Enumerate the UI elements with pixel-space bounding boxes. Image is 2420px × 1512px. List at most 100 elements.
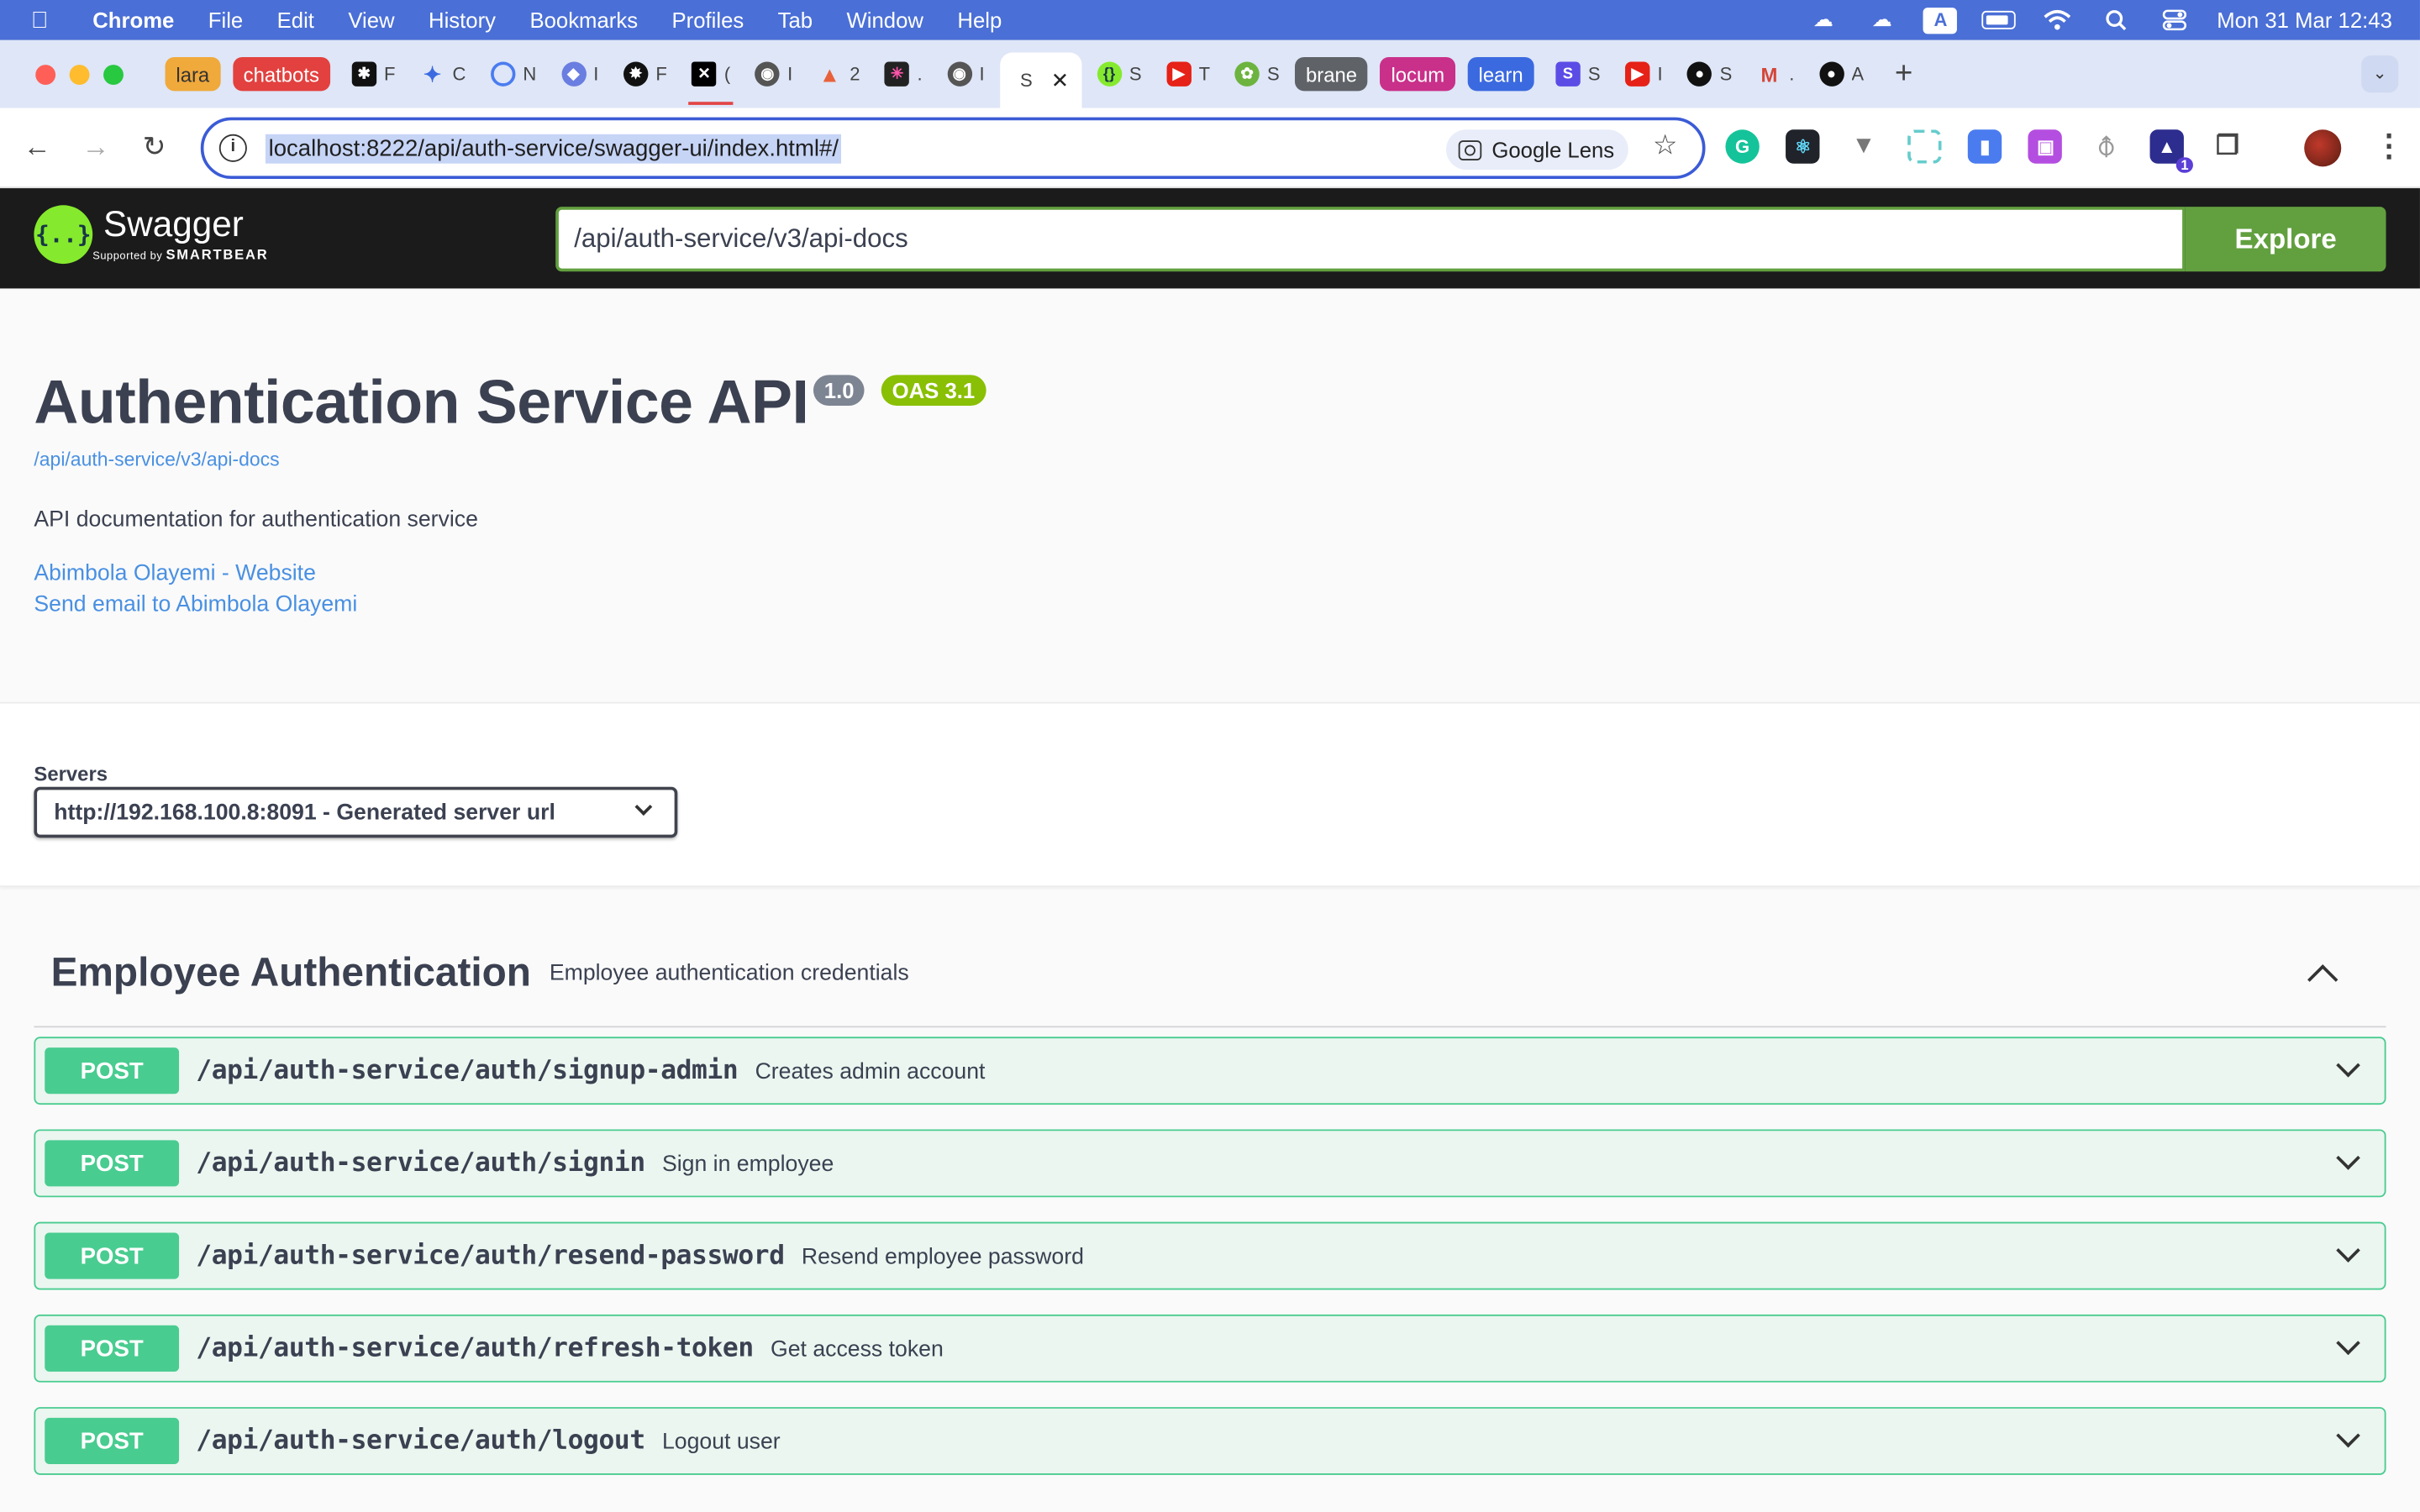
version-badge: 1.0 <box>813 375 865 407</box>
close-tab-icon[interactable]: ✕ <box>1051 67 1070 93</box>
operation-refresh-token[interactable]: POST /api/auth-service/auth/refresh-toke… <box>34 1314 2386 1383</box>
tab[interactable]: ✦ C <box>411 50 476 99</box>
chevron-up-icon[interactable] <box>2307 964 2338 995</box>
maximize-window-button[interactable] <box>103 64 124 85</box>
tab[interactable]: ✱ F <box>342 50 404 99</box>
site-info-icon[interactable]: i <box>218 134 247 162</box>
more-menu-icon[interactable]: ⋮ <box>2374 127 2405 165</box>
tab-group-locum[interactable]: locum <box>1380 56 1456 92</box>
menu-profiles[interactable]: Profiles <box>671 8 744 32</box>
menubar-clock[interactable]: Mon 31 Mar 12:43 <box>2217 8 2392 32</box>
operation-resend-password[interactable]: POST /api/auth-service/auth/resend-passw… <box>34 1221 2386 1290</box>
new-tab-plus-icon[interactable]: + <box>1895 56 1912 92</box>
cloud-icon[interactable]: ☁ <box>1865 8 1898 32</box>
tab[interactable]: ✳. <box>876 50 932 99</box>
window-controls <box>35 64 137 85</box>
supported-by-text: Supported by SMARTBEAR <box>92 246 269 263</box>
tag-header[interactable]: Employee Authentication Employee authent… <box>34 926 2386 1028</box>
tab-group-chatbots[interactable]: chatbots <box>232 56 330 92</box>
tab-group-learn[interactable]: learn <box>1467 56 1534 92</box>
menu-bookmarks[interactable]: Bookmarks <box>529 8 638 32</box>
minimize-window-button[interactable] <box>69 64 90 85</box>
menu-help[interactable]: Help <box>957 8 1002 32</box>
tab[interactable]: ▶ T <box>1157 50 1219 99</box>
tab-search-chevron-icon[interactable]: ⌄ <box>2361 55 2399 93</box>
tab[interactable]: SS <box>1546 50 1609 99</box>
weather-icon[interactable]: ☁ <box>1807 8 1840 32</box>
chevron-down-icon[interactable] <box>2336 1423 2360 1448</box>
battery-icon[interactable] <box>1982 8 2017 32</box>
chevron-down-icon[interactable] <box>2336 1146 2360 1170</box>
s-app-icon: S <box>1555 61 1581 87</box>
tab[interactable]: ✕( <box>682 50 739 105</box>
menu-file[interactable]: File <box>208 8 243 32</box>
tab[interactable]: ● S <box>1678 50 1741 99</box>
operation-summary: Get access token <box>771 1337 944 1362</box>
contact-email-link[interactable]: Send email to Abimbola Olayemi <box>34 592 357 617</box>
tab[interactable]: ● A <box>1810 50 1873 99</box>
apple-icon[interactable]:  <box>31 7 62 33</box>
servers-select[interactable]: http://192.168.100.8:8091 - Generated se… <box>34 786 678 838</box>
menu-view[interactable]: View <box>348 8 394 32</box>
chevron-down-icon[interactable] <box>2336 1053 2360 1078</box>
tab[interactable]: ◉ I <box>746 50 802 99</box>
tab-group-lara[interactable]: lara <box>165 56 221 92</box>
spec-url-input[interactable]: /api/auth-service/v3/api-docs <box>555 207 2186 272</box>
x-icon: ✕ <box>692 61 717 87</box>
forward-arrow-icon[interactable]: → <box>81 131 112 164</box>
close-window-button[interactable] <box>35 64 56 85</box>
swagger-logo[interactable]: {..} Swagger Supported by SMARTBEAR <box>34 205 269 265</box>
tab[interactable]: N <box>481 50 546 99</box>
tab-active-swagger[interactable]: S ✕ <box>1000 52 1081 108</box>
swagger-topbar: {..} Swagger Supported by SMARTBEAR /api… <box>0 188 2420 289</box>
grammarly-extension-icon[interactable]: G <box>1725 129 1760 164</box>
back-arrow-icon[interactable]: ← <box>22 131 53 164</box>
youtube-icon: ▶ <box>1165 61 1192 87</box>
clipboard-extension-icon[interactable]: ▮ <box>1968 129 2002 164</box>
menu-tab[interactable]: Tab <box>778 8 813 32</box>
oas-badge: OAS 3.1 <box>881 375 986 407</box>
tab-group-brane[interactable]: brane <box>1295 56 1368 92</box>
tab[interactable]: ▲ 2 <box>808 50 870 99</box>
contact-website-link[interactable]: Abimbola Olayemi - Website <box>34 562 316 586</box>
tab[interactable]: M. <box>1748 50 1804 99</box>
wifi-icon[interactable] <box>2041 8 2075 32</box>
address-bar[interactable]: i localhost:8222/api/auth-service/swagge… <box>200 117 1706 180</box>
bookmark-star-icon[interactable]: ☆ <box>1653 129 1678 162</box>
menu-history[interactable]: History <box>429 8 496 32</box>
puzzle-extensions-icon[interactable]: ❐ <box>2211 129 2244 163</box>
operation-signup-admin[interactable]: POST /api/auth-service/auth/signup-admin… <box>34 1037 2386 1105</box>
tab[interactable]: ◆ I <box>552 50 608 99</box>
tab[interactable]: ✿ S <box>1225 50 1288 99</box>
graduation-extension-icon[interactable]: ▲ 1 <box>2149 129 2194 173</box>
reload-icon[interactable]: ↻ <box>139 131 170 164</box>
spotlight-search-icon[interactable] <box>2100 8 2133 32</box>
chevron-down-icon[interactable] <box>2336 1238 2360 1263</box>
control-center-icon[interactable] <box>2158 8 2191 32</box>
explore-button[interactable]: Explore <box>2185 207 2386 272</box>
chevron-down-icon[interactable] <box>2336 1331 2360 1356</box>
tab[interactable]: ✸ F <box>614 50 676 99</box>
globe-icon: ◉ <box>946 61 972 87</box>
tab[interactable]: {} S <box>1087 50 1150 99</box>
menu-window[interactable]: Window <box>847 8 923 32</box>
input-source-icon[interactable]: A <box>1923 7 1958 34</box>
tab[interactable]: ▶ I <box>1616 50 1672 99</box>
operation-logout[interactable]: POST /api/auth-service/auth/logout Logout… <box>34 1407 2386 1475</box>
colorzilla-extension-icon[interactable] <box>1907 129 1942 164</box>
google-lens-button[interactable]: Google Lens <box>1445 129 1628 171</box>
vue-devtools-extension-icon[interactable]: ▼ <box>1847 129 1881 163</box>
operation-signin[interactable]: POST /api/auth-service/auth/signin Sign i… <box>34 1129 2386 1198</box>
purple-extension-icon[interactable]: ▣ <box>2028 129 2063 164</box>
compass-extension-icon[interactable]: ⦽ <box>2089 129 2123 163</box>
tab[interactable]: ◉ I <box>938 50 994 99</box>
menu-edit[interactable]: Edit <box>277 8 314 32</box>
react-devtools-extension-icon[interactable]: ⚛ <box>1786 129 1821 164</box>
profile-avatar[interactable] <box>2304 129 2342 167</box>
tag-section-employee-authentication: Employee Authentication Employee authent… <box>34 926 2386 1475</box>
menu-app-chrome[interactable]: Chrome <box>92 8 174 32</box>
spring-icon: ✿ <box>1234 61 1260 87</box>
servers-section: Servers http://192.168.100.8:8091 - Gene… <box>0 701 2420 888</box>
spec-url-link[interactable]: /api/auth-service/v3/api-docs <box>34 449 279 470</box>
address-bar-url[interactable]: localhost:8222/api/auth-service/swagger-… <box>265 133 842 163</box>
